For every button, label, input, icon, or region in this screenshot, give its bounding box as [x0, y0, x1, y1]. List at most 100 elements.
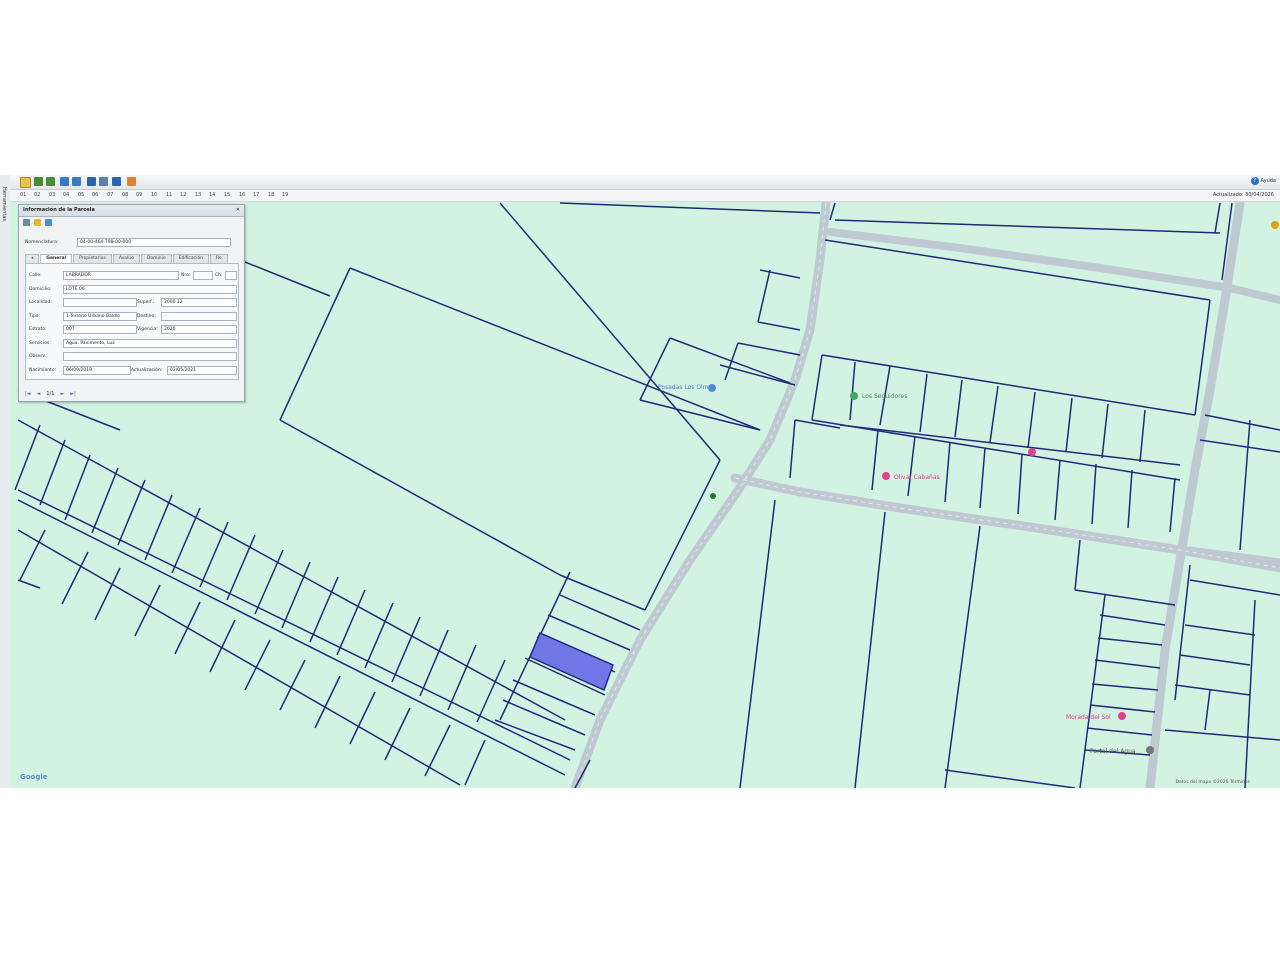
tab-more[interactable]: Re	[209, 254, 228, 263]
superf-field[interactable]: 2000.12	[161, 298, 237, 307]
layer-number[interactable]: 09	[136, 192, 142, 198]
star-icon[interactable]	[34, 219, 41, 226]
layer-number[interactable]: 18	[268, 192, 274, 198]
measure-icon[interactable]	[127, 177, 136, 186]
parcel-info-panel[interactable]: Información de la Parcela ✕ Nomenclatura…	[18, 204, 245, 402]
observ-label: Observ.:	[29, 354, 48, 359]
panel-title-bar[interactable]: Información de la Parcela ✕	[19, 205, 244, 217]
nomenclatura-label: Nomenclatura:	[25, 240, 59, 245]
place-poi-icon	[1146, 746, 1154, 754]
close-icon[interactable]: ✕	[236, 205, 240, 216]
layer-number[interactable]: 04	[63, 192, 69, 198]
record-position: 1/1	[46, 391, 55, 397]
print-icon[interactable]	[99, 177, 108, 186]
undo-icon[interactable]	[87, 177, 96, 186]
localidad-field[interactable]	[63, 298, 137, 307]
lodging-poi-icon	[882, 472, 890, 480]
lodging-poi-icon	[1118, 712, 1126, 720]
updated-date: Actualizado: 30/04/2026	[1212, 192, 1274, 198]
layer-number[interactable]: 11	[166, 192, 172, 198]
servicios-field[interactable]: Agua, Pavimento, Luz	[63, 339, 237, 348]
layer-number[interactable]: 07	[107, 192, 113, 198]
general-tab-body	[25, 263, 239, 380]
destino-label: Destino:	[137, 314, 156, 319]
map-credit[interactable]: Datos del mapa ©2026 Términos	[1176, 780, 1251, 785]
nomenclatura-field[interactable]: 04-00-464-798-00-000	[77, 238, 231, 247]
observ-field[interactable]	[63, 352, 237, 361]
ch-label: Ch:	[215, 273, 223, 278]
layer-number[interactable]: 06	[92, 192, 98, 198]
zoom-extent-icon[interactable]	[60, 177, 69, 186]
tipo-label: Tipo:	[29, 314, 40, 319]
road-north-east	[826, 228, 1280, 304]
layer-number[interactable]: 16	[239, 192, 245, 198]
last-record-button[interactable]: ►|	[70, 391, 76, 397]
ch-field[interactable]	[225, 271, 237, 280]
tab-general[interactable]: General	[40, 254, 73, 263]
calle-field[interactable]: LABRADOR	[63, 271, 179, 280]
selected-parcel	[529, 632, 614, 692]
layer-number[interactable]: 19	[282, 192, 288, 198]
help-button[interactable]: ? Ayuda	[1250, 177, 1276, 185]
domicilio-label: Domicilio:	[29, 287, 52, 292]
estrato-field[interactable]: 007	[63, 325, 137, 334]
panel-icon-bar	[19, 217, 244, 231]
marker-poi-icon	[710, 493, 716, 499]
next-record-button[interactable]: ►	[60, 391, 64, 397]
search-icon[interactable]	[45, 219, 52, 226]
tab-edificacion[interactable]: Edificación	[172, 254, 209, 263]
layer-number[interactable]: 15	[224, 192, 230, 198]
estrato-label: Estrato:	[29, 327, 47, 332]
map-toolbar: ? Ayuda	[10, 175, 1280, 190]
layer-number[interactable]: 08	[122, 192, 128, 198]
zoom-window-icon[interactable]	[72, 177, 81, 186]
vigencia-label: Vigencia:	[137, 327, 158, 332]
layer-number[interactable]: 10	[151, 192, 157, 198]
tipo-field[interactable]: 1-Terreno Urbano Baldío	[63, 312, 137, 321]
localidad-label: Localidad:	[29, 300, 52, 305]
layer-number-bar: 01 02 03 04 05 06 07 08 09 10 11 12 13 1…	[10, 190, 1280, 202]
nacimiento-label: Nacimiento:	[29, 368, 57, 373]
zoom-out-icon[interactable]	[46, 177, 55, 186]
record-pager: |◄ ◄ 1/1 ► ►|	[25, 391, 76, 397]
first-record-button[interactable]: |◄	[25, 391, 31, 397]
vigencia-field[interactable]: 2020	[161, 325, 237, 334]
tab-scroll-left[interactable]: ◂	[25, 254, 40, 263]
help-icon: ?	[1250, 177, 1259, 185]
layer-number[interactable]: 12	[180, 192, 186, 198]
place-label: Olivar Cabañas	[894, 474, 940, 481]
nro-field[interactable]	[193, 271, 213, 280]
nacimiento-field[interactable]: 06/09/2019	[63, 366, 131, 375]
destino-field[interactable]: -	[161, 312, 237, 321]
place-label: Morada del Sol	[1066, 714, 1111, 721]
layer-number[interactable]: 13	[195, 192, 201, 198]
actualizacion-label: Actualización:	[131, 368, 163, 373]
calle-label: Calle:	[29, 273, 42, 278]
layer-number[interactable]: 03	[49, 192, 55, 198]
prev-record-button[interactable]: ◄	[37, 391, 41, 397]
tab-propietarios[interactable]: Propietarios	[73, 254, 112, 263]
layer-number[interactable]: 01	[20, 192, 26, 198]
marker-poi-icon	[1271, 221, 1279, 229]
tab-avaluo[interactable]: Avalúo	[112, 254, 140, 263]
hand-pan-icon[interactable]	[20, 177, 31, 188]
nro-label: Nro:	[181, 273, 191, 278]
superf-label: Superf.:	[137, 300, 155, 305]
zoom-in-icon[interactable]	[34, 177, 43, 186]
place-label: Posadas Los Olmos	[658, 384, 715, 391]
tools-strip-label: Herramientas	[1, 187, 7, 222]
print-icon[interactable]	[23, 219, 30, 226]
layer-number[interactable]: 02	[34, 192, 40, 198]
tab-dominio[interactable]: Dominio	[140, 254, 172, 263]
panel-tabs: ◂ General Propietarios Avalúo Dominio Ed…	[25, 254, 229, 263]
place-label: Portal del Agua	[1090, 748, 1136, 755]
help-label: Ayuda	[1260, 178, 1276, 184]
place-label: Los Seguidores	[862, 393, 907, 400]
layer-number[interactable]: 14	[209, 192, 215, 198]
layer-number[interactable]: 17	[253, 192, 259, 198]
redo-icon[interactable]	[112, 177, 121, 186]
domicilio-field[interactable]: LOTE 06	[63, 285, 237, 294]
actualizacion-field[interactable]: 02/05/2021	[167, 366, 237, 375]
layer-number[interactable]: 05	[78, 192, 84, 198]
map-logo: Google	[20, 773, 48, 781]
